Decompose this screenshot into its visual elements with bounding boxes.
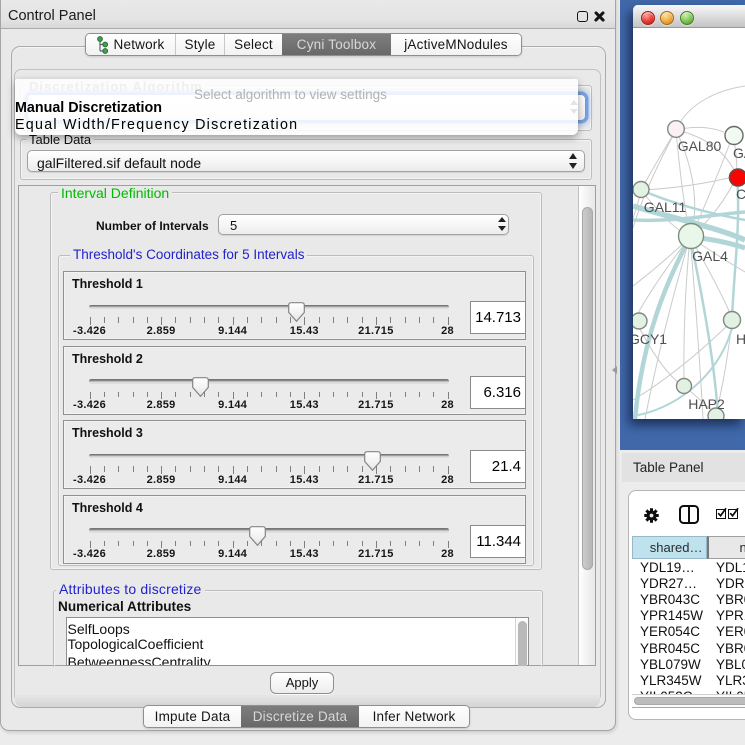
svg-text:H: H	[736, 331, 745, 347]
svg-text:C: C	[736, 186, 745, 202]
svg-text:GAL11: GAL11	[644, 199, 687, 215]
svg-text:GCY1: GCY1	[633, 331, 667, 347]
svg-text:GA: GA	[733, 145, 745, 161]
svg-text:HAP2: HAP2	[688, 396, 725, 412]
svg-text:GAL4: GAL4	[692, 248, 728, 264]
svg-text:GAL80: GAL80	[678, 138, 722, 154]
